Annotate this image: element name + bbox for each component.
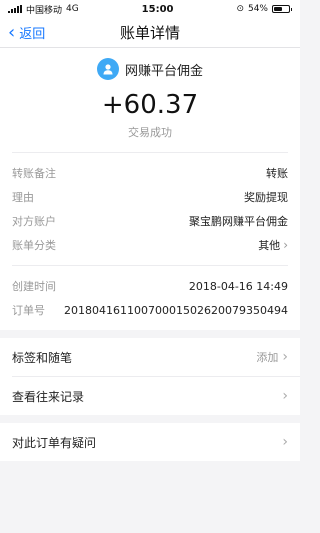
chevron-right-icon: › [282, 388, 288, 404]
detail-row-note: 转账备注 转账 [12, 167, 288, 180]
rotation-lock-icon: ⊙ [236, 4, 244, 14]
signal-icon [8, 5, 22, 13]
transaction-summary: 网赚平台佣金 +60.37 交易成功 [0, 48, 300, 152]
user-icon [103, 64, 113, 75]
network-type: 4G [66, 4, 79, 14]
chevron-left-icon: ‹ [8, 21, 16, 43]
nav-bar: ‹ 返回 账单详情 [0, 18, 300, 48]
view-history-row[interactable]: 查看往来记录 › [0, 377, 300, 415]
transaction-status: 交易成功 [128, 126, 172, 139]
avatar [96, 58, 119, 80]
detail-row-reason: 理由 奖励提现 [12, 191, 288, 204]
chevron-right-icon: › [283, 238, 288, 252]
details-section: 转账备注 转账 理由 奖励提现 对方账户 聚宝鹏网赚平台佣金 账单分类 其他 ›… [0, 152, 300, 330]
add-label: 添加 [256, 351, 279, 364]
chevron-right-icon: › [282, 349, 288, 365]
detail-row-counterparty: 对方账户 聚宝鹏网赚平台佣金 [12, 215, 288, 228]
tags-notes-row[interactable]: 标签和随笔 添加 › [0, 338, 300, 376]
battery-percent: 54% [247, 4, 268, 14]
detail-row-category[interactable]: 账单分类 其他 › [12, 233, 288, 257]
battery-icon [272, 5, 292, 13]
order-question-row[interactable]: 对此订单有疑问 › [0, 423, 300, 461]
merchant-name: 网赚平台佣金 [124, 63, 203, 79]
transaction-amount: +60.37 [101, 90, 199, 120]
page-title: 账单详情 [119, 24, 180, 42]
tags-history-section: 标签和随笔 添加 › 查看往来记录 › [0, 338, 300, 415]
detail-row-order-number: 订单号 20180416110070001502620079350494 [12, 303, 288, 318]
status-time: 15:00 [141, 3, 174, 15]
status-bar: 中国移动 4G 15:00 ⊙ 54% [0, 0, 300, 18]
question-section: 对此订单有疑问 › [0, 423, 300, 461]
chevron-right-icon: › [282, 434, 288, 450]
detail-row-created-time: 创建时间 2018-04-16 14:49 [12, 279, 288, 294]
carrier-name: 中国移动 [26, 5, 63, 16]
back-label: 返回 [19, 27, 46, 42]
back-button[interactable]: ‹ 返回 [8, 23, 45, 42]
